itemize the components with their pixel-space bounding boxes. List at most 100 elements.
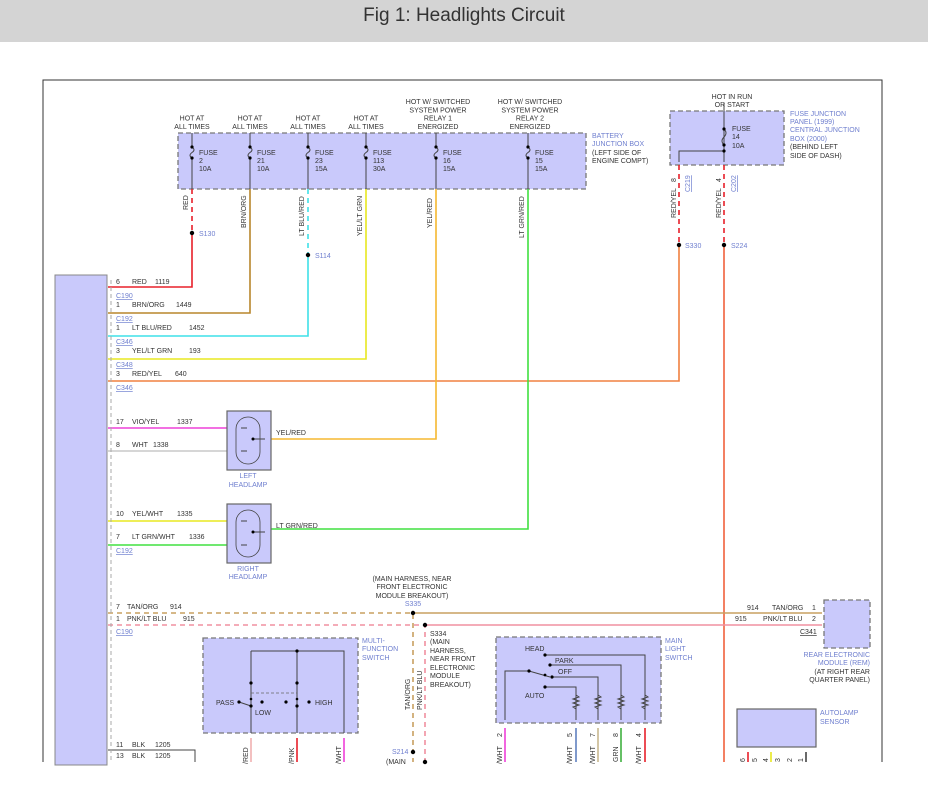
svg-text:CENTRAL JUNCTION: CENTRAL JUNCTION — [790, 127, 860, 134]
wire-red-1119 — [108, 233, 193, 288]
hot-label: HOT AT — [238, 116, 263, 123]
svg-text:7: 7 — [116, 534, 120, 541]
hot-label: HOT W/ SWITCHED — [498, 99, 562, 106]
hot-label: HOT AT — [354, 116, 379, 123]
svg-text:1119: 1119 — [155, 279, 170, 286]
svg-text:TAN/ORG: TAN/ORG — [772, 605, 803, 612]
svg-text:640: 640 — [175, 371, 187, 378]
wire-yel-red — [270, 189, 437, 440]
module-wire-1119: 6 RED 1119 C190 — [116, 279, 170, 300]
svg-text:FUSE: FUSE — [199, 150, 218, 157]
wire-color-label: LT GRN/RED — [519, 196, 526, 238]
svg-text:PNK/LT BLU: PNK/LT BLU — [417, 671, 424, 710]
svg-text:15A: 15A — [535, 166, 548, 173]
svg-text:15A: 15A — [315, 166, 328, 173]
module-wire-1335: 10 YEL/WHT 1335 — [116, 511, 193, 518]
svg-text:2: 2 — [497, 733, 504, 737]
svg-text:S330: S330 — [685, 243, 701, 250]
svg-text:/WHT: /WHT — [497, 745, 504, 764]
module-wire-1205: 13 BLK 1205 — [116, 753, 171, 760]
hot-label: OR START — [715, 102, 750, 109]
hot-label: ALL TIMES — [232, 124, 268, 131]
bjb-label: BATTERY JUNCTION BOX (LEFT SIDE OF ENGIN… — [592, 133, 648, 165]
module-wire-914: 7 TAN/ORG 914 — [116, 604, 182, 611]
right-headlamp: RIGHT HEADLAMP LT GRN/RED — [226, 503, 318, 581]
svg-text:C219: C219 — [685, 175, 692, 192]
svg-text:(MAIN HARNESS, NEAR: (MAIN HARNESS, NEAR — [373, 576, 452, 583]
svg-text:4: 4 — [636, 733, 643, 737]
svg-text:JUNCTION BOX: JUNCTION BOX — [592, 141, 644, 148]
svg-text:(AT RIGHT REAR: (AT RIGHT REAR — [814, 669, 870, 676]
svg-text:1452: 1452 — [189, 325, 205, 332]
svg-text:SIDE OF DASH): SIDE OF DASH) — [790, 153, 842, 160]
multifunction-switch: PASS LOW HIGH MULTI- FUNCTION SWITCH /RE… — [202, 637, 398, 764]
hot-label: RELAY 2 — [516, 116, 544, 123]
svg-text:10A: 10A — [199, 166, 212, 173]
hot-label: SYSTEM POWER — [409, 107, 466, 114]
svg-text:RED/YEL: RED/YEL — [132, 371, 162, 378]
wire-color-label: RED — [183, 195, 190, 210]
svg-text:10A: 10A — [257, 166, 270, 173]
svg-text:BRN/ORG: BRN/ORG — [132, 302, 165, 309]
svg-text:HEADLAMP: HEADLAMP — [229, 574, 268, 581]
hot-label: ENERGIZED — [418, 124, 459, 131]
svg-text:FUSE: FUSE — [373, 150, 392, 157]
hot-label: ALL TIMES — [348, 124, 384, 131]
front-electronic-module — [54, 274, 108, 766]
svg-text:11: 11 — [116, 742, 123, 749]
fuse-junction-panel — [669, 110, 785, 166]
svg-text:MODULE BREAKOUT): MODULE BREAKOUT) — [376, 593, 449, 600]
svg-text:21: 21 — [257, 158, 265, 165]
svg-text:AUTO: AUTO — [525, 693, 545, 700]
svg-text:15A: 15A — [443, 166, 456, 173]
svg-text:HARNESS,: HARNESS, — [430, 648, 466, 655]
autolamp-sensor: AUTOLAMP SENSOR 6 5 4 3 2 1 — [736, 708, 859, 762]
svg-text:MODULE: MODULE — [430, 673, 460, 680]
svg-text:RIGHT: RIGHT — [237, 566, 260, 573]
main-light-switch: HEAD PARK OFF AUTO MAIN LIGHT SWITCH 2 /… — [495, 636, 693, 764]
svg-text:193: 193 — [189, 348, 201, 355]
svg-text:YEL/LT GRN: YEL/LT GRN — [132, 348, 172, 355]
svg-text:7: 7 — [590, 733, 597, 737]
svg-text:3: 3 — [116, 348, 120, 355]
svg-text:BLK: BLK — [132, 753, 146, 760]
svg-text:FRONT ELECTRONIC: FRONT ELECTRONIC — [376, 584, 447, 591]
svg-text:SWITCH: SWITCH — [665, 655, 693, 662]
svg-text:16: 16 — [443, 158, 451, 165]
svg-text:S224: S224 — [731, 243, 747, 250]
module-wire-915: 1 PNK/LT BLU 915 C190 — [116, 616, 195, 636]
svg-text:915: 915 — [183, 616, 195, 623]
svg-text:FUNCTION: FUNCTION — [362, 646, 398, 653]
svg-text:915: 915 — [735, 616, 747, 623]
svg-text:1: 1 — [116, 302, 120, 309]
svg-text:/WHT: /WHT — [567, 745, 574, 764]
svg-text:1205: 1205 — [155, 753, 171, 760]
module-wire-labels: 6 RED 1119 C190 1 BRN/ORG 1449 C192 1 LT BLU/RED 1… — [116, 279, 205, 760]
svg-text:8: 8 — [613, 733, 620, 737]
svg-text:2: 2 — [787, 758, 794, 762]
svg-text:MAIN: MAIN — [665, 638, 683, 645]
svg-text:NEAR FRONT: NEAR FRONT — [430, 656, 476, 663]
svg-text:1: 1 — [116, 616, 120, 623]
svg-text:/RED: /RED — [243, 747, 250, 764]
connector-label: C190 — [116, 629, 133, 636]
svg-text:3: 3 — [116, 371, 120, 378]
svg-text:PNK/LT BLU: PNK/LT BLU — [763, 616, 802, 623]
svg-text:LIGHT: LIGHT — [665, 646, 686, 653]
svg-text:5: 5 — [752, 758, 759, 762]
svg-text:PANEL (1999): PANEL (1999) — [790, 119, 834, 126]
svg-text:SENSOR: SENSOR — [820, 719, 850, 726]
wire-yel-lt-grn-193 — [108, 189, 367, 360]
svg-text:3: 3 — [775, 758, 782, 762]
svg-text:1: 1 — [116, 325, 120, 332]
svg-text:S130: S130 — [199, 231, 215, 238]
svg-text:13: 13 — [116, 753, 124, 760]
svg-text:/PNK: /PNK — [289, 747, 296, 764]
module-wire-1205: 11 BLK 1205 — [116, 742, 171, 749]
svg-text:LT GRN/RED: LT GRN/RED — [276, 523, 318, 530]
svg-text:17: 17 — [116, 419, 124, 426]
svg-text:FUSE: FUSE — [257, 150, 276, 157]
svg-text:HEADLAMP: HEADLAMP — [229, 482, 268, 489]
svg-text:1: 1 — [812, 605, 816, 612]
svg-text:RED: RED — [132, 279, 147, 286]
